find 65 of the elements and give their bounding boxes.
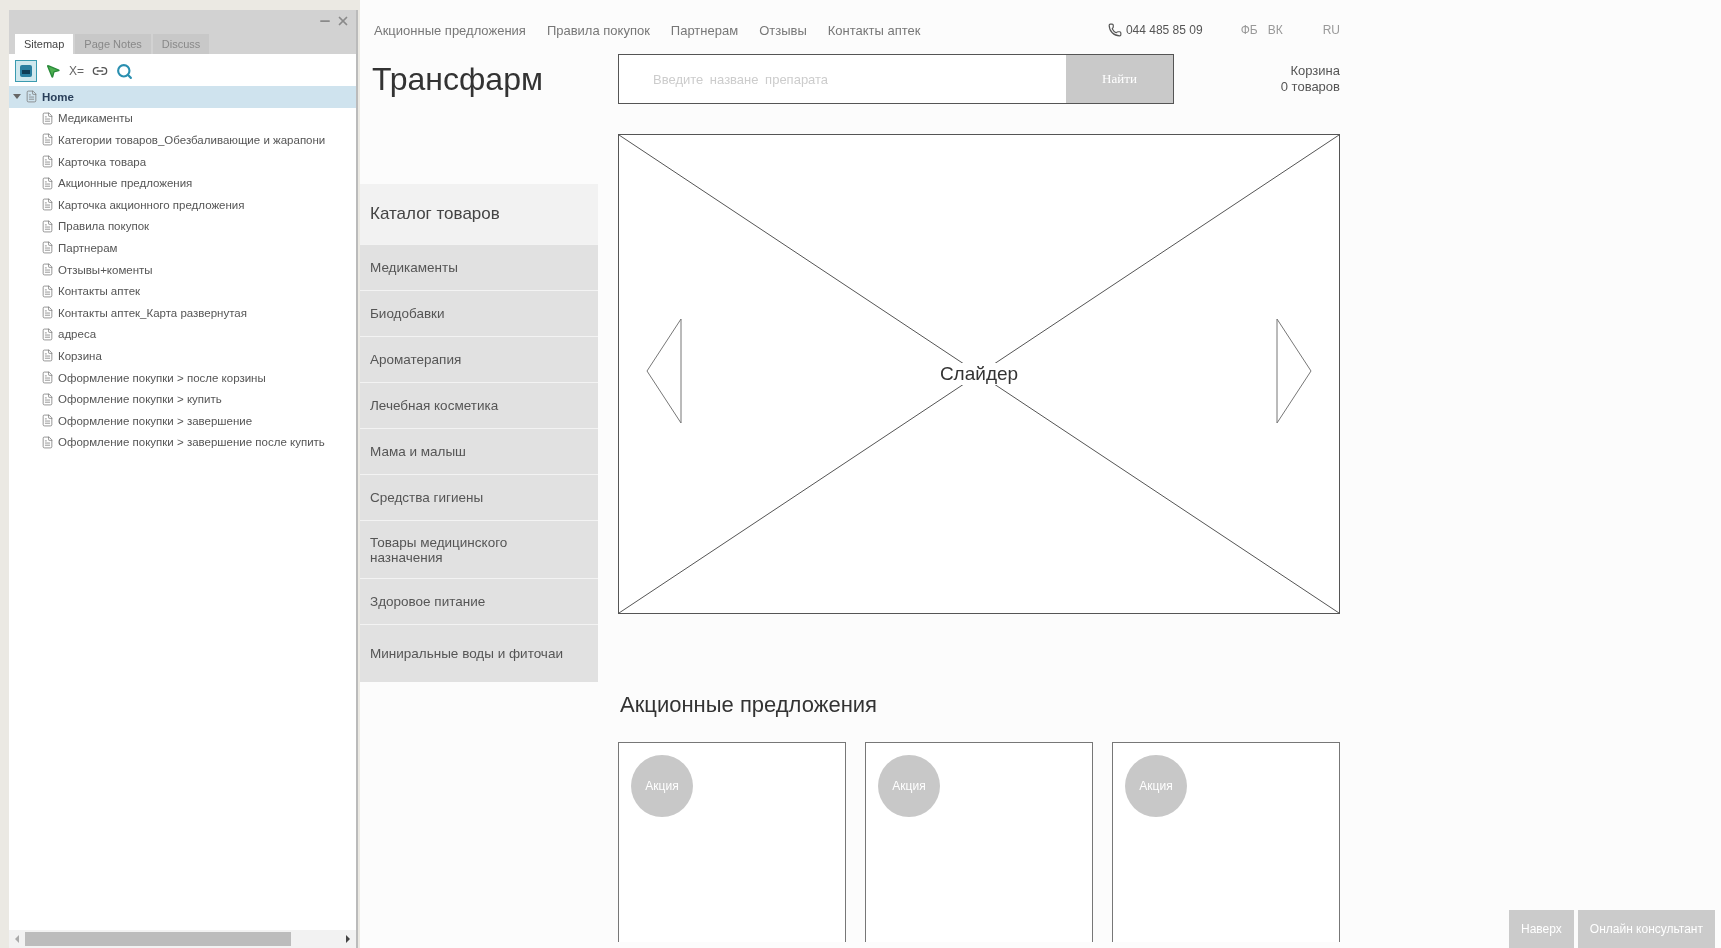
sitemap-item[interactable]: Акционные предложения [9, 172, 356, 194]
sitemap-item[interactable]: Карточка акционного предложения [9, 193, 356, 216]
section-title: Акционные предложения [619, 692, 878, 718]
page-icon [41, 349, 54, 363]
page-icon [41, 176, 54, 190]
page-icon [25, 90, 38, 104]
next-arrow[interactable] [1276, 318, 1312, 424]
page-icon [41, 155, 54, 169]
nav-link[interactable]: Контакты аптек [827, 22, 921, 38]
sitemap-item[interactable]: Контакты аптек [9, 280, 356, 302]
page-icon [41, 263, 54, 277]
caret-icon[interactable] [13, 94, 21, 100]
catalog-item[interactable]: Лечебная косметика [360, 382, 598, 428]
previous-arrow[interactable] [646, 318, 682, 424]
close-icon[interactable] [336, 14, 350, 28]
phone-number: 044 485 85 09 [1125, 23, 1203, 37]
nav-link[interactable]: Партнерам [670, 22, 739, 38]
page-icon [41, 371, 54, 384]
sitemap-item[interactable]: Правила покупок [9, 215, 356, 238]
page-icon [41, 327, 54, 341]
sitemap-item[interactable]: Home [9, 86, 356, 108]
page-icon [41, 284, 54, 298]
sitemap-item[interactable]: Карточка товара [9, 150, 356, 173]
catalog-item[interactable]: Мама и малыш [360, 428, 598, 474]
catalog-item[interactable]: Ароматерапия [360, 336, 598, 382]
catalog-item[interactable]: Товары медицинского назначения [360, 520, 598, 578]
nav-link[interactable]: Отзывы [759, 22, 807, 38]
sitemap-item[interactable]: адреса [9, 323, 356, 346]
catalog-item[interactable]: Миниральные воды и фиточаи [360, 624, 598, 682]
page-icon [41, 219, 54, 233]
cursor-icon[interactable] [45, 63, 61, 79]
variables-button[interactable]: X= [69, 64, 84, 78]
sitemap-item[interactable]: Оформление покупки > завершение после купить [9, 431, 356, 454]
phone-icon [1107, 23, 1122, 37]
catalog-item[interactable]: Средства гигиены [360, 474, 598, 520]
page-icon [41, 392, 54, 406]
sitemap-item[interactable]: Оформление покупки > купить [9, 388, 356, 410]
logo: Трансфарм [371, 60, 544, 98]
page-icon [41, 306, 54, 320]
catalog-title: Каталог товаров [360, 184, 598, 244]
sitemap-item[interactable]: Контакты аптек_Карта развернутая [9, 301, 356, 324]
search-icon[interactable] [116, 62, 133, 80]
sitemap-item[interactable]: Отзывы+коменты [9, 258, 356, 281]
catalog-item[interactable]: Здоровое питание [360, 578, 598, 624]
page-icon [41, 111, 54, 125]
page-icon [19, 64, 33, 78]
sitemap-item[interactable]: Оформление покупки > после корзины [9, 366, 356, 389]
cart-link[interactable]: Корзина 0 товаров [1280, 63, 1340, 95]
catalog-item[interactable]: Медикаменты [360, 244, 598, 290]
sitemap-item[interactable]: Оформление покупки > завершение [9, 409, 356, 432]
sitemap-item[interactable]: Партнерам [9, 237, 356, 259]
page-icon [41, 133, 54, 147]
page-icon [41, 414, 54, 428]
panel-tab[interactable]: Sitemap [15, 34, 74, 54]
sitemap-item[interactable]: Медикаменты [9, 107, 356, 130]
page-icon [41, 435, 54, 449]
sitemap-item[interactable]: Категории товаров_Обезбаливающие и жарапони [9, 129, 356, 151]
nav-link[interactable]: Акционные предложения [374, 22, 526, 38]
page-icon [41, 241, 54, 255]
catalog-item[interactable]: Биодобавки [360, 290, 598, 336]
sitemap-item[interactable]: Корзина [9, 345, 356, 367]
horizontal-scrollbar[interactable] [9, 930, 356, 948]
nav-link[interactable]: Правила покупок [546, 22, 650, 38]
page-tool-button[interactable] [15, 60, 37, 82]
page-icon [41, 198, 54, 212]
